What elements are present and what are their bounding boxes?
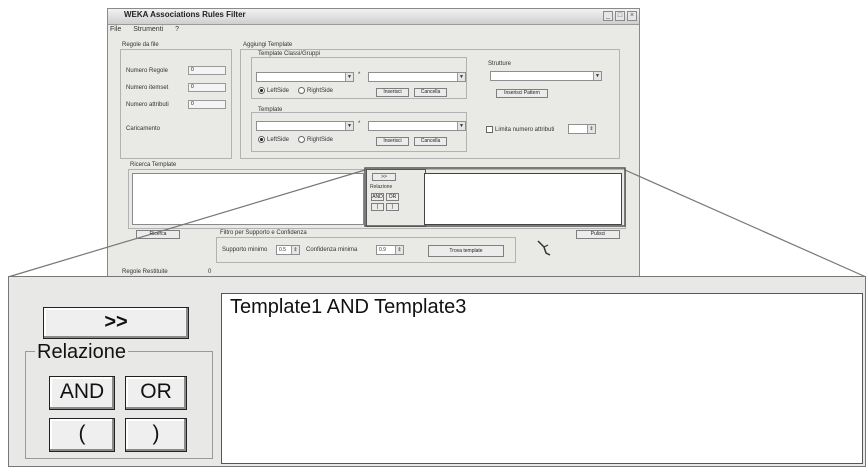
zoom-line-left xyxy=(7,169,366,278)
and-button[interactable]: AND xyxy=(49,376,115,410)
or-button[interactable]: OR xyxy=(125,376,187,410)
add-expression-button[interactable]: >> xyxy=(43,307,189,339)
zoomed-inset-panel: >> Relazione AND OR ( ) Template1 AND Te… xyxy=(8,276,866,467)
expression-text: Template1 AND Template3 xyxy=(230,296,467,318)
open-paren-button[interactable]: ( xyxy=(49,418,115,452)
close-paren-button[interactable]: ) xyxy=(125,418,187,452)
expression-text-area[interactable]: Template1 AND Template3 xyxy=(221,293,863,464)
relazione-label: Relazione xyxy=(35,341,128,363)
zoom-source-frame xyxy=(364,167,626,227)
zoom-line-right xyxy=(624,169,867,278)
